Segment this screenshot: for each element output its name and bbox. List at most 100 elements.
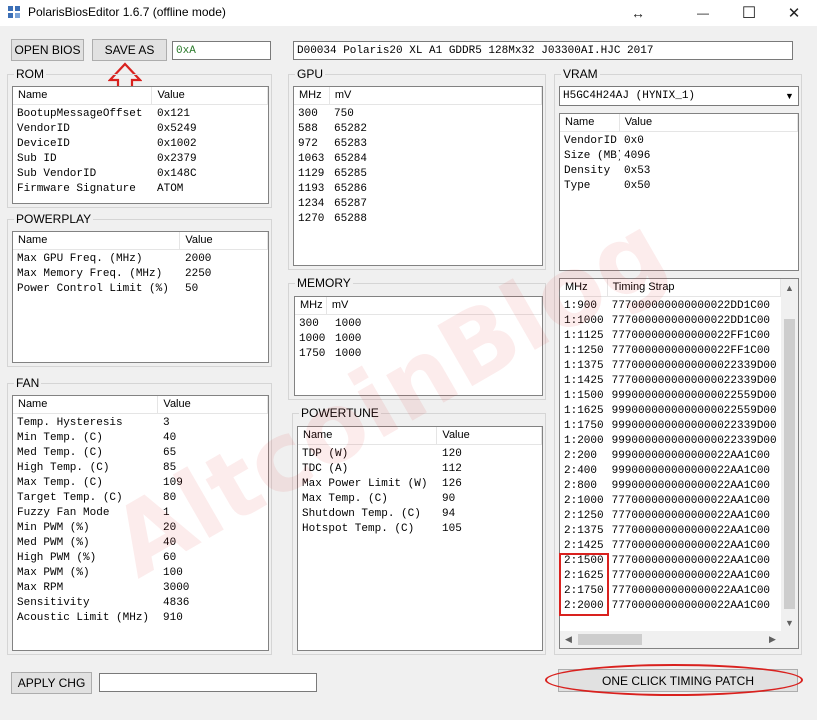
- timing-row[interactable]: 2:1375 777000000000000022AA1C00: [560, 524, 781, 539]
- gpu-row[interactable]: 1270 65288: [294, 212, 542, 227]
- timing-row[interactable]: 1:1000 777000000000000022DD1C00: [560, 314, 781, 329]
- fan-row[interactable]: High Temp. (C) 85: [13, 461, 268, 476]
- gpu-row[interactable]: 1234 65287: [294, 197, 542, 212]
- vram-info-row[interactable]: Density 0x53: [560, 164, 798, 179]
- vram-info-row[interactable]: Type 0x50: [560, 179, 798, 194]
- fan-list[interactable]: Name Value Temp. Hysteresis 3 Min Temp. (C…: [12, 395, 269, 651]
- gpu-row[interactable]: 1193 65286: [294, 182, 542, 197]
- column-header-timing-strap[interactable]: Timing Strap: [608, 279, 781, 297]
- scroll-up-icon[interactable]: ▲: [781, 279, 798, 296]
- powertune-row[interactable]: Hotspot Temp. (C) 105: [298, 522, 542, 537]
- column-header-mhz[interactable]: MHz: [294, 87, 330, 105]
- column-header-mhz[interactable]: MHz: [295, 297, 327, 315]
- rom-row[interactable]: VendorID 0x5249: [13, 122, 268, 137]
- column-header-name[interactable]: Name: [13, 232, 181, 250]
- column-header-name[interactable]: Name: [13, 396, 159, 414]
- powerplay-row[interactable]: Power Control Limit (%) 50: [13, 282, 268, 297]
- gpu-row[interactable]: 300 750: [294, 107, 542, 122]
- maximize-button[interactable]: ☐: [726, 0, 772, 26]
- fan-row[interactable]: Max Temp. (C) 109: [13, 476, 268, 491]
- column-header-name[interactable]: Name: [13, 87, 153, 105]
- memory-row[interactable]: 300 1000: [295, 317, 542, 332]
- fan-row[interactable]: High PWM (%) 60: [13, 551, 268, 566]
- timing-row[interactable]: 2:200 999000000000000022AA1C00: [560, 449, 781, 464]
- fan-row[interactable]: Min Temp. (C) 40: [13, 431, 268, 446]
- fan-row[interactable]: Med PWM (%) 40: [13, 536, 268, 551]
- fan-row[interactable]: Sensitivity 4836: [13, 596, 268, 611]
- fan-row[interactable]: Fuzzy Fan Mode 1: [13, 506, 268, 521]
- timing-row[interactable]: 1:1500 9990000000000000022559D00: [560, 389, 781, 404]
- fan-row[interactable]: Target Temp. (C) 80: [13, 491, 268, 506]
- vram-info-row[interactable]: Size (MB) 4096: [560, 149, 798, 164]
- timing-row[interactable]: 1:1375 7770000000000000022339D00: [560, 359, 781, 374]
- timing-row[interactable]: 1:1750 9990000000000000022339D00: [560, 419, 781, 434]
- scrollbar-thumb[interactable]: [784, 319, 795, 609]
- apply-changes-field[interactable]: [99, 673, 317, 692]
- rom-list[interactable]: Name Value BootupMessageOffset 0x121 Vendo…: [12, 86, 269, 204]
- gpu-list[interactable]: MHz mV 300 750 588 65282 972 65283 1063 65284 11…: [293, 86, 543, 266]
- powertune-list[interactable]: Name Value TDP (W) 120 TDC (A) 112 Max Power…: [297, 426, 543, 651]
- rom-row[interactable]: BootupMessageOffset 0x121: [13, 107, 268, 122]
- column-header-mv[interactable]: mV: [330, 87, 542, 105]
- column-header-name[interactable]: Name: [298, 427, 438, 445]
- powertune-row[interactable]: Shutdown Temp. (C) 94: [298, 507, 542, 522]
- powerplay-list[interactable]: Name Value Max GPU Freq. (MHz) 2000 Max Me…: [12, 231, 269, 363]
- powertune-row[interactable]: TDP (W) 120: [298, 447, 542, 462]
- timing-row[interactable]: 1:1425 7770000000000000022339D00: [560, 374, 781, 389]
- timing-row[interactable]: 2:1250 777000000000000022AA1C00: [560, 509, 781, 524]
- column-header-value[interactable]: Value: [180, 232, 268, 250]
- powerplay-row[interactable]: Max GPU Freq. (MHz) 2000: [13, 252, 268, 267]
- memory-list[interactable]: MHz mV 300 1000 1000 1000 1750 1000: [294, 296, 543, 396]
- scroll-left-icon[interactable]: ◀: [560, 631, 577, 648]
- timing-vertical-scrollbar[interactable]: ▲ ▼: [781, 279, 798, 631]
- gpu-row[interactable]: 588 65282: [294, 122, 542, 137]
- scrollbar-thumb[interactable]: [578, 634, 642, 645]
- fan-row[interactable]: Max PWM (%) 100: [13, 566, 268, 581]
- timing-row[interactable]: 2:400 999000000000000022AA1C00: [560, 464, 781, 479]
- rom-row[interactable]: Sub ID 0x2379: [13, 152, 268, 167]
- timing-row[interactable]: 1:900 777000000000000022DD1C00: [560, 299, 781, 314]
- open-bios-button[interactable]: OPEN BIOS: [11, 39, 84, 61]
- timing-row[interactable]: 1:2000 9990000000000000022339D00: [560, 434, 781, 449]
- vram-info-list[interactable]: Name Value VendorID 0x0 Size (MB) 4096 Densi…: [559, 113, 799, 271]
- scroll-right-icon[interactable]: ▶: [764, 631, 781, 648]
- fan-row[interactable]: Temp. Hysteresis 3: [13, 416, 268, 431]
- timing-row[interactable]: 1:1125 777000000000000022FF1C00: [560, 329, 781, 344]
- fan-row[interactable]: Med Temp. (C) 65: [13, 446, 268, 461]
- chevron-down-icon[interactable]: ▼: [781, 87, 798, 105]
- rom-row[interactable]: Firmware Signature ATOM: [13, 182, 268, 197]
- memory-row[interactable]: 1000 1000: [295, 332, 542, 347]
- close-button[interactable]: ✕: [771, 0, 817, 26]
- column-header-mv[interactable]: mV: [327, 297, 542, 315]
- gpu-row[interactable]: 972 65283: [294, 137, 542, 152]
- timing-row[interactable]: 1:1625 9990000000000000022559D00: [560, 404, 781, 419]
- apply-changes-button[interactable]: APPLY CHG: [11, 672, 92, 694]
- timing-horizontal-scrollbar[interactable]: ◀ ▶: [560, 631, 781, 648]
- rom-row[interactable]: Sub VendorID 0x148C: [13, 167, 268, 182]
- vram-memory-dropdown[interactable]: H5GC4H24AJ (HYNIX_1) ▼: [559, 86, 799, 106]
- column-header-mhz[interactable]: MHz: [560, 279, 608, 297]
- column-header-name[interactable]: Name: [560, 114, 620, 132]
- fan-row[interactable]: Min PWM (%) 20: [13, 521, 268, 536]
- save-as-button[interactable]: SAVE AS: [92, 39, 167, 61]
- timing-row[interactable]: 2:1000 777000000000000022AA1C00: [560, 494, 781, 509]
- scroll-down-icon[interactable]: ▼: [781, 614, 798, 631]
- vram-info-row[interactable]: VendorID 0x0: [560, 134, 798, 149]
- powertune-row[interactable]: Max Temp. (C) 90: [298, 492, 542, 507]
- gpu-row[interactable]: 1129 65285: [294, 167, 542, 182]
- column-header-value[interactable]: Value: [158, 396, 268, 414]
- fan-row[interactable]: Acoustic Limit (MHz) 910: [13, 611, 268, 626]
- rom-row[interactable]: DeviceID 0x1002: [13, 137, 268, 152]
- powerplay-row[interactable]: Max Memory Freq. (MHz) 2250: [13, 267, 268, 282]
- column-header-value[interactable]: Value: [620, 114, 798, 132]
- memory-row[interactable]: 1750 1000: [295, 347, 542, 362]
- powertune-row[interactable]: TDC (A) 112: [298, 462, 542, 477]
- column-header-value[interactable]: Value: [152, 87, 268, 105]
- column-header-value[interactable]: Value: [437, 427, 542, 445]
- gpu-row[interactable]: 1063 65284: [294, 152, 542, 167]
- fan-row[interactable]: Max RPM 3000: [13, 581, 268, 596]
- powertune-row[interactable]: Max Power Limit (W) 126: [298, 477, 542, 492]
- minimize-button[interactable]: —: [680, 0, 726, 26]
- timing-row[interactable]: 2:1425 777000000000000022AA1C00: [560, 539, 781, 554]
- timing-row[interactable]: 2:800 999000000000000022AA1C00: [560, 479, 781, 494]
